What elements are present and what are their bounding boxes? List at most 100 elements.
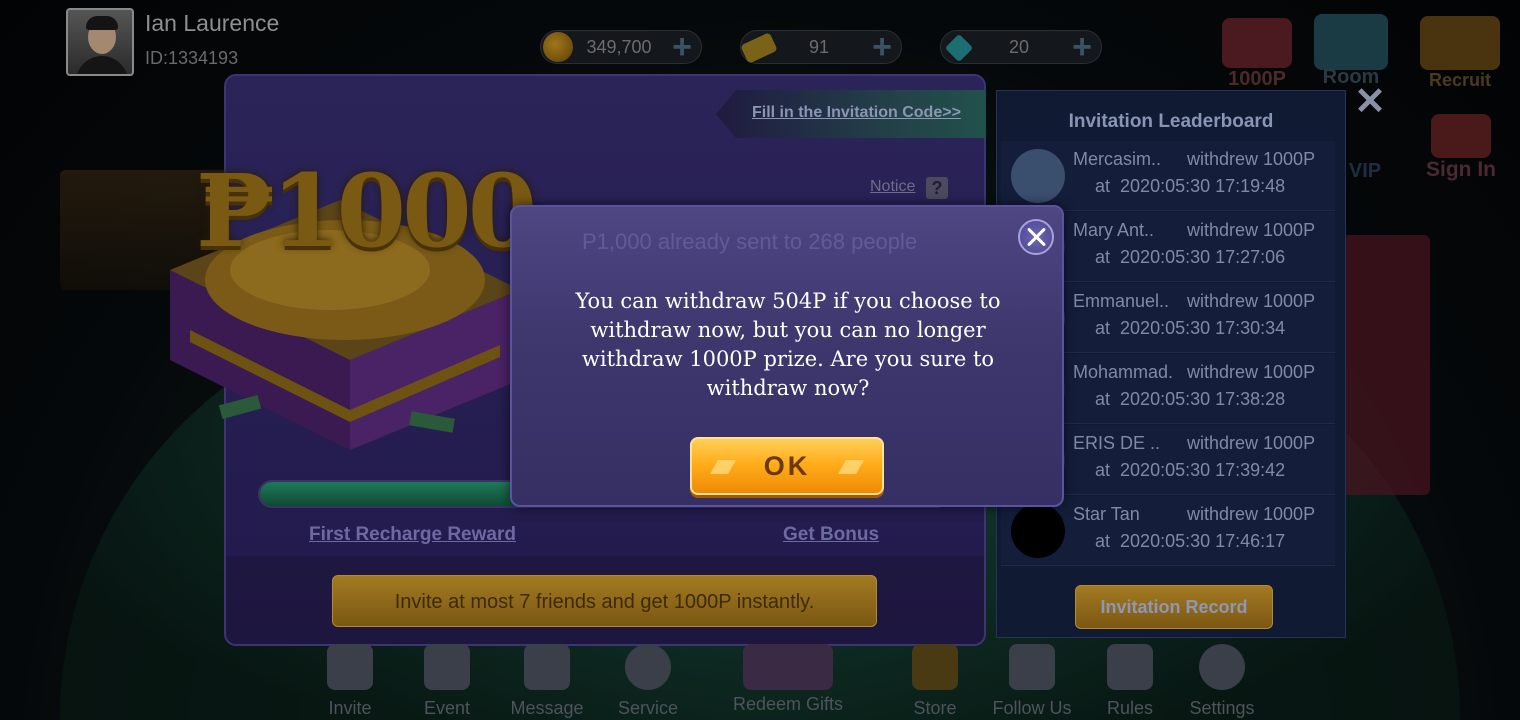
- close-icon[interactable]: [1018, 219, 1054, 255]
- headset-icon: [625, 644, 671, 690]
- add-tickets-button[interactable]: +: [867, 30, 897, 64]
- close-panel-icon[interactable]: ✕: [1346, 82, 1394, 122]
- player-name: Mercasim..: [1073, 149, 1162, 169]
- ghost-sent-text: P1,000 already sent to 268 people: [582, 229, 918, 254]
- nav-message[interactable]: Message: [497, 644, 597, 719]
- handshake-icon: [1420, 16, 1500, 70]
- top-item-1000p-label: 1000P: [1228, 68, 1286, 90]
- nav-settings[interactable]: Settings: [1172, 644, 1272, 719]
- notice-link[interactable]: Notice: [870, 178, 915, 196]
- user-id: ID:1334193: [145, 48, 239, 68]
- nav-service[interactable]: Service: [598, 644, 698, 719]
- withdraw-action: withdrew 1000P: [1187, 504, 1316, 524]
- timestamp: 2020:05:30 17:19:48: [1120, 176, 1286, 196]
- withdraw-time: at 2020:05:30 17:27:06: [1095, 247, 1285, 268]
- at-label: at: [1095, 247, 1111, 267]
- gift-ticket-icon: [1222, 18, 1292, 68]
- calendar-icon: [1431, 114, 1491, 158]
- at-label: at: [1095, 389, 1111, 409]
- nav-store[interactable]: Store: [885, 644, 985, 719]
- user-name: Ian Laurence: [145, 10, 280, 36]
- nav-event-label: Event: [423, 698, 471, 718]
- fill-code-label: Fill in the Invitation Code>>: [752, 104, 961, 121]
- timestamp: 2020:05:30 17:30:34: [1120, 318, 1286, 338]
- withdraw-action: withdrew 1000P: [1187, 362, 1316, 382]
- player-name: ERIS DE ..: [1073, 433, 1161, 453]
- megaphone-icon: [424, 644, 470, 690]
- nav-invite[interactable]: Invite: [300, 644, 400, 719]
- coin-icon: [543, 32, 573, 62]
- coins-value: 349,700: [586, 37, 652, 57]
- nav-event[interactable]: Event: [397, 644, 497, 719]
- nav-rules[interactable]: Rules: [1080, 644, 1180, 719]
- user-avatar[interactable]: [66, 8, 134, 76]
- withdraw-action: withdrew 1000P: [1187, 291, 1316, 311]
- ticket-icon: [740, 32, 778, 64]
- dialog-message: You can withdraw 504P if you choose to w…: [575, 289, 1001, 400]
- timestamp: 2020:05:30 17:39:42: [1120, 460, 1286, 480]
- signin-button[interactable]: Sign In: [1414, 114, 1508, 182]
- fill-invitation-code-link[interactable]: Fill in the Invitation Code>>: [716, 90, 986, 138]
- bottom-navigation: Invite Event Message Service Redeem Gift…: [0, 640, 1520, 720]
- player-avatar: [1011, 149, 1065, 203]
- vip-button[interactable]: VIP: [1340, 160, 1390, 183]
- nav-store-label: Store: [913, 698, 957, 718]
- player-name: Star Tan: [1073, 504, 1140, 524]
- at-label: at: [1095, 531, 1111, 551]
- top-item-recruit[interactable]: Recruit: [1414, 16, 1506, 91]
- withdraw-time: at 2020:05:30 17:19:48: [1095, 176, 1285, 197]
- coins-balance: 349,700 +: [540, 30, 702, 64]
- add-coins-button[interactable]: +: [667, 30, 697, 64]
- timestamp: 2020:05:30 17:46:17: [1120, 531, 1286, 551]
- timestamp: 2020:05:30 17:27:06: [1120, 247, 1286, 267]
- leaderboard-title: Invitation Leaderboard: [1068, 111, 1274, 132]
- withdraw-action: withdrew 1000P: [1187, 433, 1316, 453]
- invitation-record-button[interactable]: Invitation Record: [1075, 585, 1273, 629]
- top-item-room[interactable]: Room: [1306, 14, 1396, 89]
- timestamp: 2020:05:30 17:38:28: [1120, 389, 1286, 409]
- withdraw-action: withdrew 1000P: [1187, 220, 1316, 240]
- question-icon: [1107, 644, 1153, 690]
- tickets-balance: 91 +: [740, 30, 902, 64]
- gift-icon: [743, 644, 833, 690]
- help-icon[interactable]: ?: [926, 177, 948, 199]
- gems-balance: 20 +: [940, 30, 1102, 64]
- nav-follow-us[interactable]: Follow Us: [982, 644, 1082, 719]
- leaderboard-row: Mercasim.. withdrew 1000P at 2020:05:30 17…: [1001, 141, 1335, 211]
- mail-icon: [524, 644, 570, 690]
- withdraw-confirm-dialog: P1,000 already sent to 268 people You ca…: [510, 205, 1064, 507]
- get-bonus-link[interactable]: Get Bonus: [783, 524, 879, 546]
- at-label: at: [1095, 460, 1111, 480]
- nav-invite-label: Invite: [328, 698, 372, 718]
- nav-service-label: Service: [617, 698, 679, 718]
- background-card: [1340, 235, 1430, 495]
- invite-friends-text: Invite at most 7 friends and get 1000P i…: [394, 591, 815, 613]
- nav-redeem-gifts[interactable]: Redeem Gifts: [720, 644, 856, 715]
- nav-rules-label: Rules: [1106, 698, 1154, 718]
- add-gems-button[interactable]: +: [1067, 30, 1097, 64]
- invitation-record-label: Invitation Record: [1100, 597, 1248, 617]
- player-avatar: [1011, 504, 1065, 558]
- nav-redeem-gifts-label: Redeem Gifts: [732, 694, 844, 714]
- player-name: Mohammad.: [1073, 362, 1174, 382]
- plus-square-icon: [1009, 644, 1055, 690]
- nav-message-label: Message: [510, 698, 584, 718]
- prize-amount: ₱1000: [196, 152, 537, 270]
- tickets-value: 91: [808, 37, 830, 57]
- player-name: Emmanuel..: [1073, 291, 1170, 311]
- top-item-1000p[interactable]: 1000P: [1212, 18, 1302, 91]
- signin-label: Sign In: [1426, 158, 1496, 181]
- withdraw-time: at 2020:05:30 17:46:17: [1095, 531, 1285, 552]
- nav-settings-label: Settings: [1189, 698, 1255, 718]
- ok-label: OK: [763, 451, 811, 481]
- gem-icon: [944, 33, 974, 63]
- vip-label: VIP: [1348, 160, 1382, 182]
- withdraw-time: at 2020:05:30 17:38:28: [1095, 389, 1285, 410]
- first-recharge-reward-link[interactable]: First Recharge Reward: [309, 524, 516, 546]
- gear-icon: [1199, 644, 1245, 690]
- share-icon: [327, 644, 373, 690]
- invite-friends-banner[interactable]: Invite at most 7 friends and get 1000P i…: [332, 575, 877, 627]
- at-label: at: [1095, 318, 1111, 338]
- gems-value: 20: [1008, 37, 1030, 57]
- ok-button[interactable]: OK: [690, 437, 884, 495]
